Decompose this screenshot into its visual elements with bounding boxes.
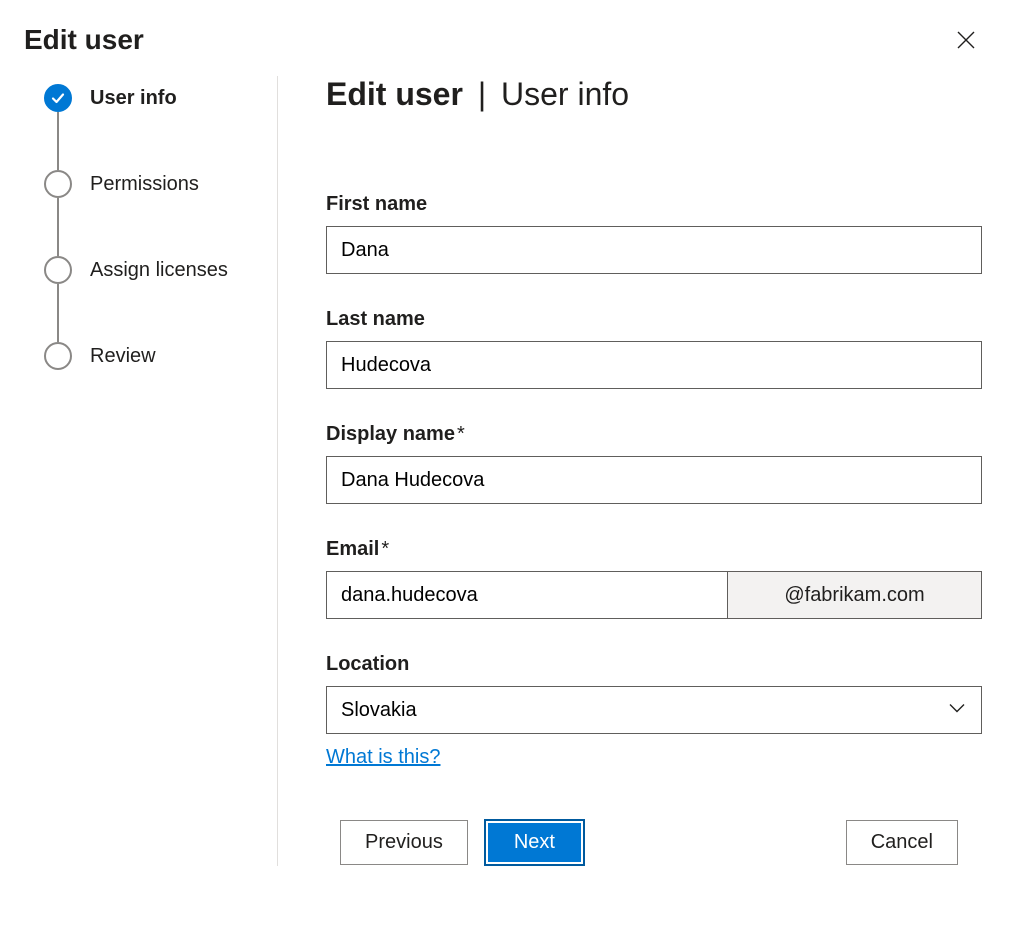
step-user-info[interactable]: User info	[44, 84, 277, 170]
last-name-input[interactable]	[326, 341, 982, 389]
step-indicator-icon	[44, 342, 72, 370]
field-location: Location What is this?	[326, 653, 982, 769]
required-star: *	[381, 538, 389, 560]
step-permissions[interactable]: Permissions	[44, 170, 277, 256]
step-review[interactable]: Review	[44, 342, 277, 370]
step-label: Assign licenses	[90, 259, 228, 282]
close-icon	[956, 38, 976, 53]
step-label: User info	[90, 87, 177, 110]
step-connector	[57, 284, 59, 342]
step-label: Review	[90, 345, 156, 368]
required-star: *	[457, 423, 465, 445]
email-local-input[interactable]	[326, 571, 728, 619]
field-last-name: Last name	[326, 308, 982, 389]
step-indicator-icon	[44, 256, 72, 284]
wizard-stepper: User info Permissions Assign licenses Re…	[44, 76, 278, 866]
step-indicator-icon	[44, 84, 72, 112]
step-connector	[57, 198, 59, 256]
next-button[interactable]: Next	[484, 819, 585, 866]
heading-main: Edit user	[326, 76, 463, 112]
first-name-input[interactable]	[326, 226, 982, 274]
label-text: Email	[326, 538, 379, 560]
button-row: Previous Next Cancel	[326, 819, 982, 866]
last-name-label: Last name	[326, 308, 982, 331]
heading-separator: |	[478, 76, 486, 112]
step-indicator-icon	[44, 170, 72, 198]
field-first-name: First name	[326, 193, 982, 274]
cancel-button[interactable]: Cancel	[846, 820, 958, 865]
close-button[interactable]	[950, 24, 982, 56]
display-name-label: Display name*	[326, 423, 982, 446]
step-assign-licenses[interactable]: Assign licenses	[44, 256, 277, 342]
step-label: Permissions	[90, 173, 199, 196]
label-text: Display name	[326, 423, 455, 445]
field-email: Email* @fabrikam.com	[326, 538, 982, 619]
field-display-name: Display name*	[326, 423, 982, 504]
form-area: Edit user | User info First name Last na…	[278, 76, 982, 866]
display-name-input[interactable]	[326, 456, 982, 504]
previous-button[interactable]: Previous	[340, 820, 468, 865]
email-label: Email*	[326, 538, 982, 561]
location-select[interactable]	[326, 686, 982, 734]
panel-title: Edit user	[24, 24, 144, 56]
step-connector	[57, 112, 59, 170]
location-label: Location	[326, 653, 982, 676]
page-title: Edit user | User info	[326, 76, 982, 113]
email-domain-select[interactable]: @fabrikam.com	[728, 571, 982, 619]
first-name-label: First name	[326, 193, 982, 216]
location-hint-link[interactable]: What is this?	[326, 746, 440, 769]
heading-sub: User info	[501, 76, 629, 112]
